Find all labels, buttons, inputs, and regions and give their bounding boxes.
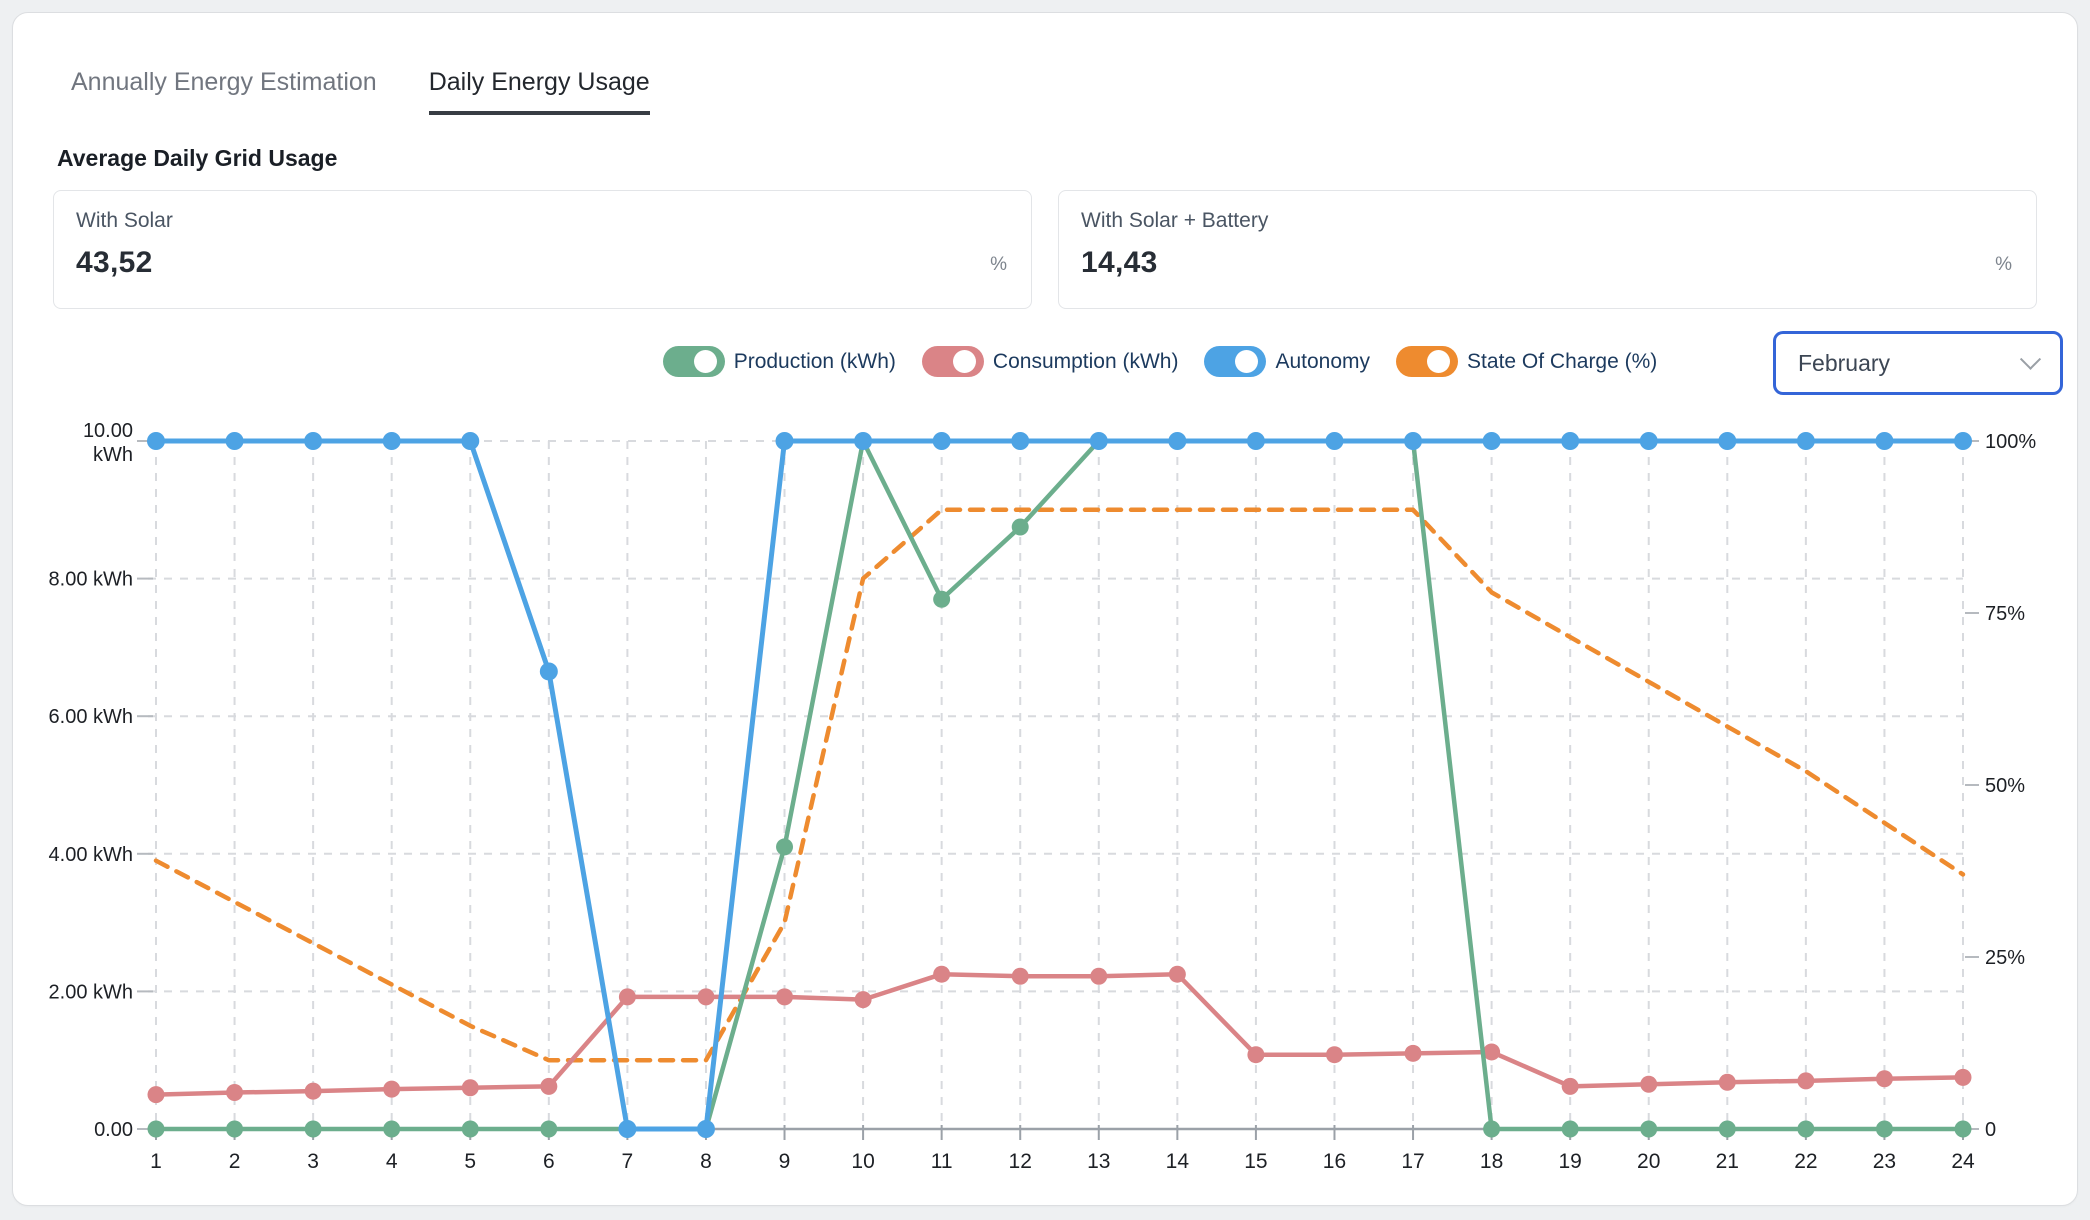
series-autonomy-line	[156, 441, 1963, 1129]
svg-text:25%: 25%	[1985, 947, 2025, 969]
svg-text:0.00: 0.00	[94, 1119, 133, 1141]
stat-card-unit: %	[990, 254, 1007, 280]
legend-item-state-of-charge: State Of Charge (%)	[1396, 346, 1657, 377]
series-production-kwh-points	[148, 433, 1972, 1138]
svg-text:1: 1	[150, 1150, 162, 1173]
svg-text:10.00: 10.00	[83, 420, 133, 442]
svg-text:100%: 100%	[1985, 431, 2036, 453]
svg-text:10: 10	[851, 1150, 874, 1173]
svg-text:24: 24	[1951, 1150, 1975, 1173]
svg-text:6: 6	[543, 1150, 555, 1173]
svg-text:17: 17	[1401, 1150, 1424, 1173]
svg-text:20: 20	[1637, 1150, 1660, 1173]
svg-text:18: 18	[1480, 1150, 1503, 1173]
stat-card-value: 14,43	[1081, 246, 1158, 280]
svg-text:8: 8	[700, 1150, 712, 1173]
stat-card-title: With Solar + Battery	[1081, 209, 2012, 233]
series-production-kwh	[148, 433, 1972, 1138]
toggle-knob	[1427, 350, 1450, 373]
svg-text:2.00 kWh: 2.00 kWh	[49, 981, 133, 1003]
legend-toggle-autonomy[interactable]	[1204, 346, 1266, 377]
y-axis-right-labels: 0 25% 50% 75% 100%	[1965, 431, 2036, 1141]
tab-daily-energy-usage[interactable]: Daily Energy Usage	[429, 65, 650, 115]
chevron-down-icon	[2020, 348, 2041, 369]
series-autonomy-points	[147, 432, 1972, 1138]
series-production-kwh-line	[156, 441, 1963, 1129]
toggle-knob	[694, 350, 717, 373]
y-axis-left-labels: 0.00 2.00 kWh 4.00 kWh 6.00 kWh 8.00 kWh 10.0…	[49, 420, 153, 1141]
svg-text:kWh: kWh	[93, 444, 133, 466]
svg-text:75%: 75%	[1985, 603, 2025, 625]
svg-text:13: 13	[1087, 1150, 1110, 1173]
legend-item-autonomy: Autonomy	[1204, 346, 1370, 377]
svg-text:14: 14	[1166, 1150, 1190, 1173]
main-card: Annually Energy Estimation Daily Energy …	[12, 12, 2078, 1206]
month-dropdown[interactable]: February	[1773, 331, 2063, 395]
legend-label: Autonomy	[1275, 350, 1370, 374]
legend-item-consumption-kwh: Consumption (kWh)	[922, 346, 1179, 377]
x-axis-labels: 123456789101112131415161718192021222324	[150, 1150, 1975, 1173]
energy-chart: 1234567891011121314151617181920212223240…	[13, 403, 2090, 1203]
gridlines	[148, 441, 1963, 1129]
svg-text:0: 0	[1985, 1119, 1996, 1141]
series-autonomy	[147, 432, 1972, 1138]
svg-text:11: 11	[931, 1150, 953, 1173]
svg-text:6.00 kWh: 6.00 kWh	[49, 706, 133, 728]
stat-card-value: 43,52	[76, 246, 153, 280]
svg-text:4: 4	[386, 1150, 398, 1173]
svg-text:9: 9	[779, 1150, 791, 1173]
stat-card-unit: %	[1995, 254, 2012, 280]
series-consumption-kwh	[148, 966, 1972, 1103]
svg-text:3: 3	[307, 1150, 319, 1173]
svg-text:19: 19	[1558, 1150, 1581, 1173]
legend-label: Consumption (kWh)	[993, 350, 1179, 374]
month-dropdown-value: February	[1798, 350, 1890, 377]
page-title: Average Daily Grid Usage	[57, 145, 337, 172]
toggle-knob	[953, 350, 976, 373]
svg-text:4.00 kWh: 4.00 kWh	[49, 844, 133, 866]
legend-label: Production (kWh)	[734, 350, 896, 374]
legend-toggle-state-of-charge[interactable]	[1396, 346, 1458, 377]
toggle-knob	[1235, 350, 1258, 373]
stat-card-title: With Solar	[76, 209, 1007, 233]
tab-annually-energy-estimation[interactable]: Annually Energy Estimation	[71, 65, 377, 115]
tab-bar: Annually Energy Estimation Daily Energy …	[71, 65, 650, 115]
svg-text:12: 12	[1009, 1150, 1032, 1173]
legend-toggle-production-kwh[interactable]	[663, 346, 725, 377]
svg-text:5: 5	[464, 1150, 476, 1173]
stat-cards-row: With Solar 43,52 % With Solar + Battery …	[53, 190, 2037, 309]
svg-text:16: 16	[1323, 1150, 1346, 1173]
svg-text:50%: 50%	[1985, 775, 2025, 797]
legend-item-production-kwh: Production (kWh)	[663, 346, 896, 377]
legend-label: State Of Charge (%)	[1467, 350, 1657, 374]
svg-text:23: 23	[1873, 1150, 1896, 1173]
legend-toggle-consumption-kwh[interactable]	[922, 346, 984, 377]
svg-text:22: 22	[1794, 1150, 1817, 1173]
svg-text:15: 15	[1244, 1150, 1267, 1173]
svg-text:2: 2	[229, 1150, 241, 1173]
svg-text:7: 7	[622, 1150, 634, 1173]
stat-card-with-solar-battery: With Solar + Battery 14,43 %	[1058, 190, 2037, 309]
svg-text:8.00 kWh: 8.00 kWh	[49, 569, 133, 591]
svg-text:21: 21	[1716, 1150, 1739, 1173]
stat-card-with-solar: With Solar 43,52 %	[53, 190, 1032, 309]
